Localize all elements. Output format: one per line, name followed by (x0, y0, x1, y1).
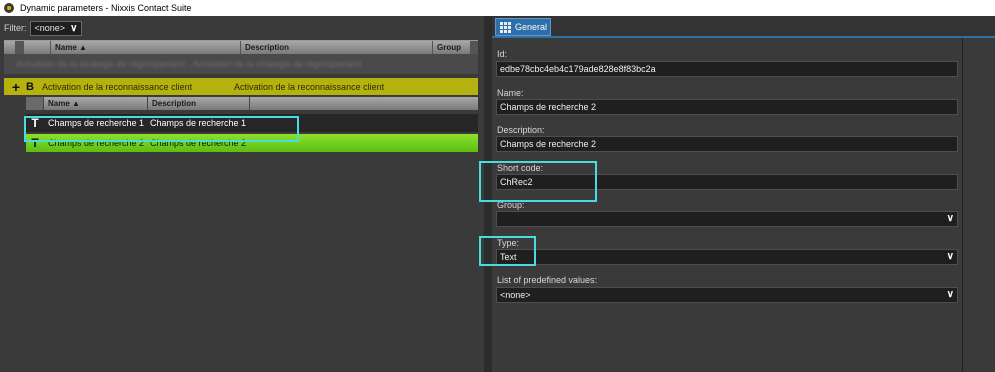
predefined-values-value: <none> (500, 290, 531, 300)
tab-general-label: General (515, 22, 548, 32)
name-label: Name: (497, 88, 524, 98)
header-spacer-2 (16, 41, 24, 54)
general-form: Id: edbe78cbc4eb4c179ade828e8f83bc2a Nam… (492, 38, 962, 372)
window-title: Dynamic parameters - Nixxis Contact Suit… (20, 3, 192, 13)
selected-row-highlight-box (24, 116, 299, 142)
sub-header-spacer (26, 97, 44, 110)
group-select[interactable]: ∨ (496, 211, 958, 227)
tab-general[interactable]: General (495, 18, 551, 36)
header-spacer (4, 41, 16, 54)
short-code-highlight-box (479, 161, 597, 202)
parameters-list-pane: Filter: <none> ∨ Name ▲ Description Grou… (0, 16, 484, 372)
chevron-down-icon[interactable]: ∨ (947, 213, 954, 224)
description-label: Description: (497, 125, 545, 135)
sub-grid-header: Name ▲ Description (26, 97, 478, 110)
group-row-description: Activation de la reconnaissance client (234, 81, 385, 92)
name-value: Champs de recherche 2 (500, 102, 597, 112)
column-header-group[interactable]: Group (433, 41, 471, 54)
collapsed-group-text: Activation de la strategie de regroupeme… (16, 59, 362, 69)
collapsed-group-row[interactable]: Activation de la strategie de regroupeme… (4, 54, 478, 74)
id-field[interactable]: edbe78cbc4eb4c179ade828e8f83bc2a (496, 61, 958, 77)
filter-label: Filter: (4, 23, 27, 33)
filter-row: Filter: <none> ∨ (0, 20, 82, 36)
description-field[interactable]: Champs de recherche 2 (496, 136, 958, 152)
title-bar: Dynamic parameters - Nixxis Contact Suit… (0, 0, 995, 16)
filter-select[interactable]: <none> ∨ (29, 20, 82, 36)
type-highlight-box (479, 236, 536, 266)
id-label: Id: (497, 49, 508, 59)
column-header-name[interactable]: Name ▲ (51, 41, 241, 54)
grid-header: Name ▲ Description Group (4, 40, 478, 54)
name-field[interactable]: Champs de recherche 2 (496, 99, 958, 115)
predefined-values-label: List of predefined values: (497, 275, 598, 285)
group-row[interactable]: + B Activation de la reconnaissance clie… (4, 78, 478, 95)
app-logo-icon (4, 3, 14, 13)
sub-header-fill (250, 97, 478, 110)
expand-plus-icon[interactable]: + (6, 79, 26, 95)
type-select[interactable]: Text ∨ (496, 249, 958, 265)
description-value: Champs de recherche 2 (500, 139, 597, 149)
chevron-down-icon[interactable]: ∨ (947, 289, 954, 300)
column-header-description[interactable]: Description (241, 41, 433, 54)
right-side-strip (962, 38, 995, 372)
grid-icon (500, 21, 511, 33)
header-spacer-3 (24, 41, 51, 54)
sub-column-header-description[interactable]: Description (148, 97, 250, 110)
sub-column-header-name[interactable]: Name ▲ (44, 97, 148, 110)
header-end (471, 41, 478, 54)
filter-value: <none> (34, 23, 66, 33)
group-row-name: Activation de la reconnaissance client (42, 81, 193, 92)
chevron-down-icon[interactable]: ∨ (947, 251, 954, 262)
predefined-values-select[interactable]: <none> ∨ (496, 287, 958, 303)
chevron-down-icon[interactable]: ∨ (70, 23, 77, 34)
group-marker: B (26, 80, 34, 93)
id-value: edbe78cbc4eb4c179ade828e8f83bc2a (500, 64, 656, 74)
